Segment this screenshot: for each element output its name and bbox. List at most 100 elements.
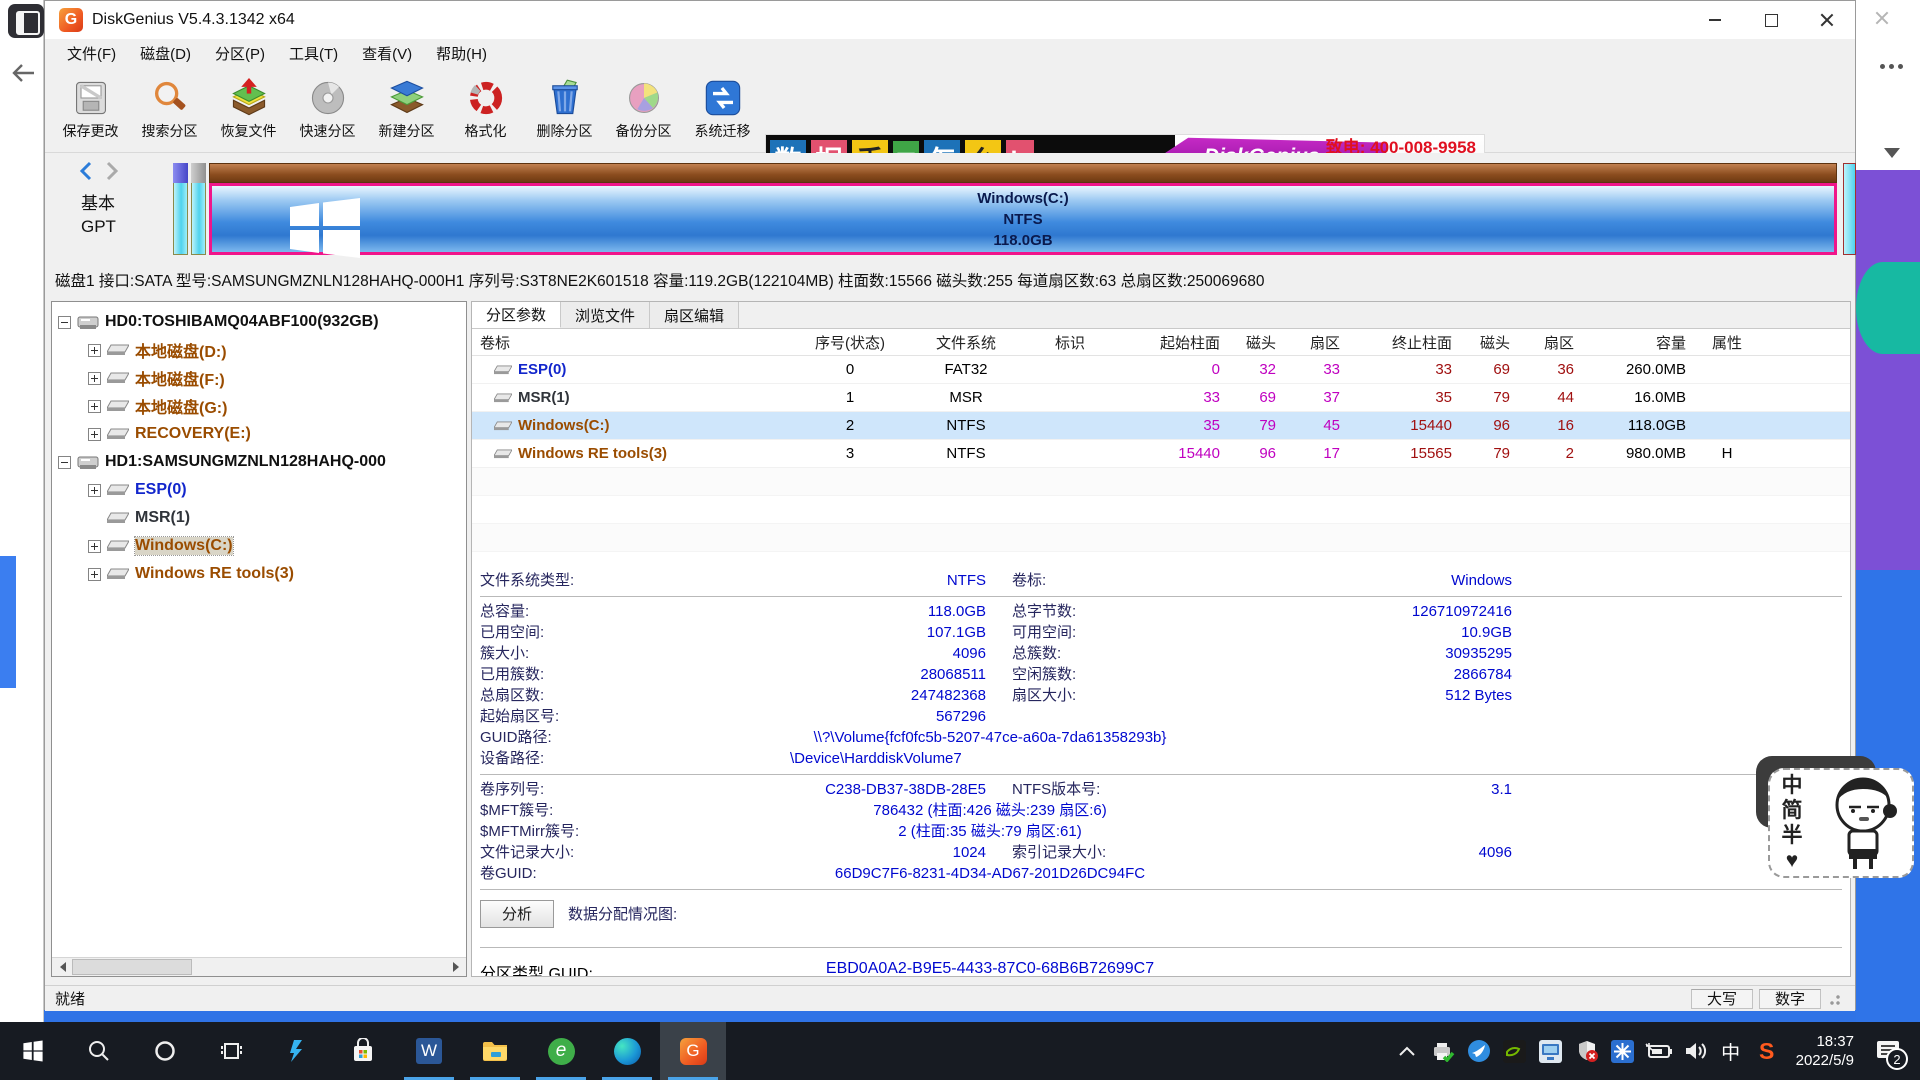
recover-files-button[interactable]: 恢复文件 xyxy=(209,67,288,151)
back-arrow-icon[interactable] xyxy=(10,60,36,86)
empty-row xyxy=(472,524,1850,552)
flash-app-button[interactable] xyxy=(264,1022,330,1080)
ime-chinese-indicator[interactable]: 中 xyxy=(1770,773,1814,798)
partition-bar-body: Windows(C:) NTFS 118.0GB xyxy=(209,183,1837,255)
tray-volume-icon[interactable] xyxy=(1678,1022,1712,1080)
ime-halfwidth-indicator[interactable]: 半 xyxy=(1770,823,1814,848)
tray-printer-icon[interactable] xyxy=(1426,1022,1460,1080)
nav-left-icon[interactable] xyxy=(77,161,95,181)
taskbar-search-button[interactable] xyxy=(66,1022,132,1080)
tree-item-local-d[interactable]: 本地磁盘(D:) xyxy=(58,336,466,364)
start-icon xyxy=(21,1039,45,1063)
background-caret-icon[interactable] xyxy=(1884,148,1900,166)
edge-button[interactable] xyxy=(594,1022,660,1080)
menu-help[interactable]: 帮助(H) xyxy=(424,40,499,67)
disk-icon xyxy=(77,453,99,471)
tab-browse-files[interactable]: 浏览文件 xyxy=(561,302,650,328)
background-window-left xyxy=(0,0,44,1022)
partition-block-re-tools[interactable] xyxy=(1843,163,1856,255)
background-more-icon[interactable] xyxy=(1880,64,1906,70)
analyze-button[interactable]: 分析 xyxy=(480,900,554,928)
scroll-left-icon[interactable] xyxy=(52,958,71,976)
tray-ime-indicator[interactable]: 中 xyxy=(1714,1022,1748,1080)
tab-sector-edit[interactable]: 扇区编辑 xyxy=(650,302,739,328)
action-center-button[interactable]: 2 xyxy=(1866,1022,1910,1080)
cortana-button[interactable] xyxy=(132,1022,198,1080)
collapse-icon[interactable] xyxy=(58,316,71,329)
menu-disk[interactable]: 磁盘(D) xyxy=(128,40,203,67)
ime-simplified-indicator[interactable]: 简 xyxy=(1770,798,1814,823)
tray-sogou-icon[interactable]: S xyxy=(1750,1022,1784,1080)
expand-icon[interactable] xyxy=(88,400,101,413)
tree-item-msr[interactable]: MSR(1) xyxy=(58,504,466,532)
expand-icon[interactable] xyxy=(88,484,101,497)
table-row-windows-re[interactable]: Windows RE tools(3) 3 NTFS 15440 96 17 1… xyxy=(472,440,1850,468)
tree-horizontal-scrollbar[interactable] xyxy=(52,957,466,976)
tree-item-local-f[interactable]: 本地磁盘(F:) xyxy=(58,364,466,392)
table-row-windows-c[interactable]: Windows(C:) 2 NTFS 35 79 45 15440 96 16 … xyxy=(472,412,1850,440)
expand-icon[interactable] xyxy=(88,344,101,357)
new-partition-button[interactable]: 新建分区 xyxy=(367,67,446,151)
tree-item-hd1[interactable]: HD1:SAMSUNGMZNLN128HAHQ-000 xyxy=(58,448,466,476)
format-button[interactable]: 格式化 xyxy=(446,67,525,151)
microsoft-store-button[interactable] xyxy=(330,1022,396,1080)
partition-icon xyxy=(107,567,129,581)
disk-type-basic: 基本 xyxy=(81,189,115,214)
background-close-icon[interactable] xyxy=(1874,10,1890,26)
store-icon xyxy=(350,1038,376,1064)
delete-partition-button[interactable]: 删除分区 xyxy=(525,67,604,151)
tree-item-hd0[interactable]: HD0:TOSHIBAMQ04ABF100(932GB) xyxy=(58,308,466,336)
tray-messenger-icon[interactable] xyxy=(1462,1022,1496,1080)
tray-snowflake-icon[interactable] xyxy=(1606,1022,1640,1080)
menu-partition[interactable]: 分区(P) xyxy=(203,40,277,67)
expand-icon[interactable] xyxy=(88,540,101,553)
task-view-button[interactable] xyxy=(198,1022,264,1080)
menu-file[interactable]: 文件(F) xyxy=(55,40,128,67)
tray-intel-graphics-icon[interactable] xyxy=(1534,1022,1568,1080)
tray-chevron-up-icon[interactable] xyxy=(1390,1022,1424,1080)
minimize-button[interactable] xyxy=(1687,1,1743,39)
browser-360-button[interactable]: e xyxy=(528,1022,594,1080)
tray-security-shield-icon[interactable] xyxy=(1570,1022,1604,1080)
ime-heart-icon[interactable]: ♥ xyxy=(1770,848,1814,873)
menu-view[interactable]: 查看(V) xyxy=(350,40,424,67)
detail-tabs: 分区参数 浏览文件 扇区编辑 xyxy=(472,302,1850,329)
tray-nvidia-icon[interactable] xyxy=(1498,1022,1532,1080)
table-row-esp[interactable]: ESP(0) 0 FAT32 0 32 33 33 69 36 260.0MB xyxy=(472,356,1850,384)
taskbar-clock[interactable]: 18:37 2022/5/9 xyxy=(1786,1032,1864,1070)
partition-icon xyxy=(494,364,512,376)
ime-status-widget[interactable]: 中 简 半 ♥ xyxy=(1768,768,1914,878)
tree-item-local-g[interactable]: 本地磁盘(G:) xyxy=(58,392,466,420)
tray-battery-icon[interactable] xyxy=(1642,1022,1676,1080)
diskgenius-taskbar-button[interactable]: G xyxy=(660,1022,726,1080)
tab-partition-params[interactable]: 分区参数 xyxy=(472,302,561,328)
menu-tools[interactable]: 工具(T) xyxy=(277,40,350,67)
save-changes-button[interactable]: 保存更改 xyxy=(51,67,130,151)
collapse-icon[interactable] xyxy=(58,456,71,469)
backup-partition-button[interactable]: 备份分区 xyxy=(604,67,683,151)
partition-block-windows-c[interactable]: Windows(C:) NTFS 118.0GB xyxy=(209,163,1837,255)
maximize-button[interactable] xyxy=(1743,1,1799,39)
expand-icon[interactable] xyxy=(88,372,101,385)
expand-icon[interactable] xyxy=(88,568,101,581)
quick-partition-button[interactable]: 快速分区 xyxy=(288,67,367,151)
system-migrate-button[interactable]: 系统迁移 xyxy=(683,67,762,151)
search-partition-button[interactable]: 搜索分区 xyxy=(130,67,209,151)
file-explorer-button[interactable] xyxy=(462,1022,528,1080)
close-button[interactable] xyxy=(1799,1,1855,39)
resize-grip[interactable] xyxy=(1827,992,1841,1006)
tree-item-recovery-e[interactable]: RECOVERY(E:) xyxy=(58,420,466,448)
partition-block-msr[interactable] xyxy=(191,163,206,255)
start-button[interactable] xyxy=(0,1022,66,1080)
scrollbar-thumb[interactable] xyxy=(72,959,192,975)
partition-block-esp[interactable] xyxy=(173,163,188,255)
tree-item-windows-re[interactable]: Windows RE tools(3) xyxy=(58,560,466,588)
word-button[interactable]: W xyxy=(396,1022,462,1080)
desktop-purple-strip xyxy=(1856,170,1920,570)
scroll-right-icon[interactable] xyxy=(447,958,466,976)
expand-icon[interactable] xyxy=(88,428,101,441)
table-row-msr[interactable]: MSR(1) 1 MSR 33 69 37 35 79 44 16.0MB xyxy=(472,384,1850,412)
tree-item-windows-c[interactable]: Windows(C:) xyxy=(58,532,466,560)
nav-right-icon[interactable] xyxy=(103,161,121,181)
tree-item-esp[interactable]: ESP(0) xyxy=(58,476,466,504)
